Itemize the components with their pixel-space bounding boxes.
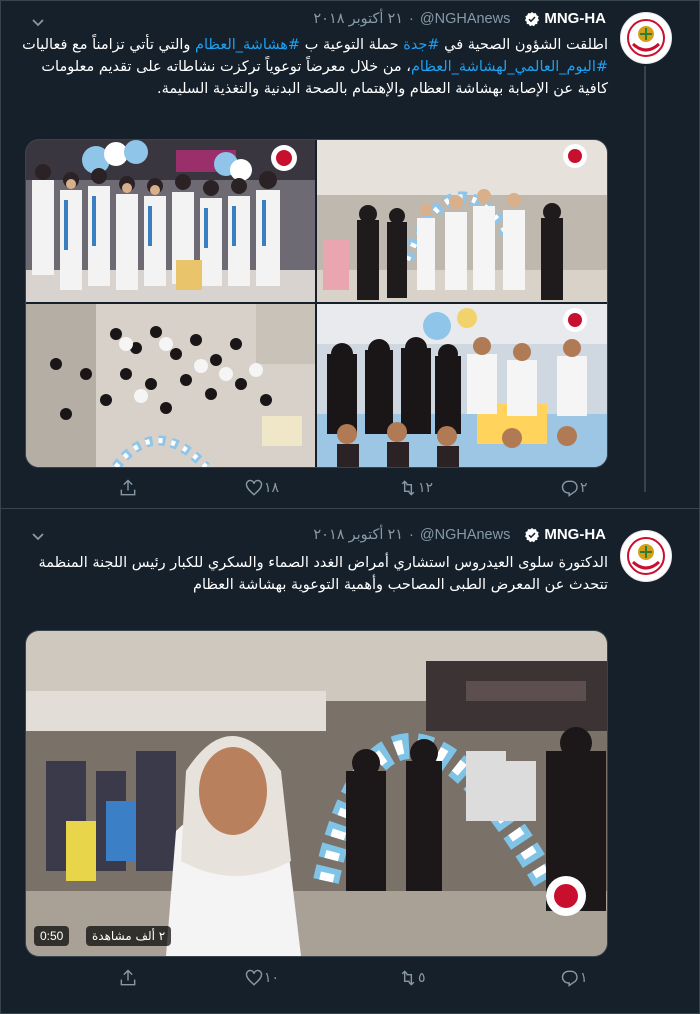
tweet-text: اطلقت الشؤون الصحية في #جدة حملة التوعية… <box>22 34 608 100</box>
handle[interactable]: @NGHAnews <box>420 527 510 543</box>
like-button[interactable]: ١٠ <box>244 968 285 988</box>
video-views: ٢ ألف مشاهدة <box>86 926 172 946</box>
share-button[interactable] <box>118 478 138 498</box>
retweet-button[interactable]: ٥ <box>398 968 432 988</box>
retweet-icon <box>401 970 415 986</box>
tweet-date[interactable]: ٢١ أكتوبر ٢٠١٨ <box>313 11 403 27</box>
reply-button[interactable]: ١ <box>560 968 594 988</box>
thread-connector-line <box>644 66 646 492</box>
hashtag-link[interactable]: #اليوم_العالمي_لهشاشة_العظام <box>411 59 608 75</box>
display-name[interactable]: MNG-HA <box>544 526 606 543</box>
video-thumbnail <box>26 631 607 956</box>
ngha-logo-icon <box>627 19 665 57</box>
tweet-header: MNG-HA @NGHAnews · ٢١ أكتوبر ٢٠١٨ <box>313 526 606 543</box>
retweet-count: ٥ <box>418 970 426 986</box>
reply-icon <box>561 970 578 987</box>
photo-overhead-crowd[interactable] <box>26 304 315 467</box>
avatar[interactable] <box>620 530 672 582</box>
tweet-text: الدكتورة سلوى العيدروس استشاري أمراض الغ… <box>38 555 609 593</box>
share-button[interactable] <box>118 968 138 988</box>
like-button[interactable]: ١٨ <box>244 478 285 498</box>
avatar[interactable] <box>620 12 672 64</box>
text-segment: حملة التوعية ب <box>300 37 404 53</box>
reply-icon <box>561 480 578 497</box>
tweet-divider <box>0 508 700 509</box>
like-count: ١٨ <box>264 480 280 496</box>
retweet-count: ١٢ <box>418 480 434 496</box>
handle[interactable]: @NGHAnews <box>420 11 510 27</box>
text-segment: والتي تأتي تزامناً مع فعاليات <box>22 37 196 53</box>
reply-count: ٢ <box>580 480 588 496</box>
header-separator: · <box>409 10 414 27</box>
photo-image <box>26 140 315 302</box>
photo-image <box>317 140 607 302</box>
display-name[interactable]: MNG-HA <box>544 10 606 27</box>
tweet-menu-button[interactable] <box>30 14 46 34</box>
verified-badge-icon <box>525 527 540 542</box>
ngha-logo-icon <box>627 537 665 575</box>
reply-button[interactable]: ٢ <box>560 478 594 498</box>
photo-image <box>317 304 607 467</box>
like-count: ١٠ <box>264 970 280 986</box>
tweet-date[interactable]: ٢١ أكتوبر ٢٠١٨ <box>313 527 403 543</box>
retweet-icon <box>401 480 415 496</box>
tweet-menu-button[interactable] <box>30 528 46 548</box>
verified-badge-icon <box>525 11 540 26</box>
photo-image <box>26 304 315 467</box>
tweet-actions: ٢ ١٢ ١٨ <box>0 478 700 502</box>
hashtag-link[interactable]: #هشاشة_العظام <box>195 37 300 53</box>
chevron-down-icon <box>32 533 44 541</box>
share-icon <box>120 969 136 986</box>
reply-count: ١ <box>580 970 588 986</box>
photo-booth-staff[interactable] <box>317 304 607 467</box>
heart-icon <box>245 479 263 496</box>
photo-grid <box>25 139 608 468</box>
text-segment: اطلقت الشؤون الصحية في <box>439 37 608 53</box>
tweet-header: MNG-HA @NGHAnews · ٢١ أكتوبر ٢٠١٨ <box>313 10 606 27</box>
heart-icon <box>245 969 263 986</box>
photo-mall-group[interactable] <box>317 140 607 302</box>
share-icon <box>120 479 136 496</box>
tweet-actions: ١ ٥ ١٠ <box>0 968 700 992</box>
header-separator: · <box>409 526 414 543</box>
hashtag-link[interactable]: #جدة <box>403 37 439 53</box>
retweet-button[interactable]: ١٢ <box>398 478 439 498</box>
video-duration: 0:50 <box>34 926 70 946</box>
video-player[interactable]: 0:50 ٢ ألف مشاهدة <box>25 630 608 957</box>
photo-team-portrait[interactable] <box>26 140 315 302</box>
chevron-down-icon <box>32 19 44 27</box>
